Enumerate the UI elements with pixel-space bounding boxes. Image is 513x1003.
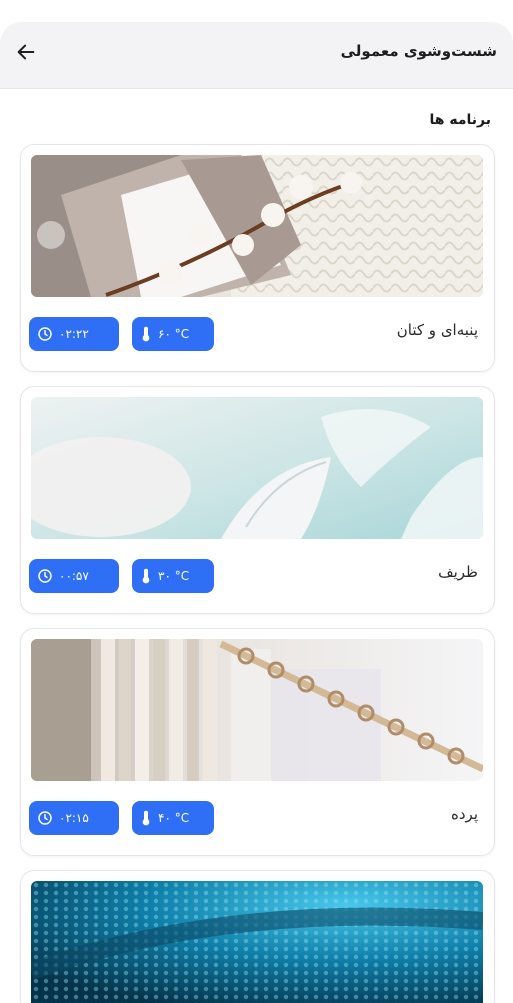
clock-icon <box>38 569 52 583</box>
page-title: شست‌وشوی معمولی <box>340 42 497 60</box>
program-name: ظریف <box>438 563 478 581</box>
temperature-value: ۶۰ °C <box>158 327 190 341</box>
app-header: شست‌وشوی معمولی <box>0 22 513 89</box>
program-image-delicate <box>31 397 483 539</box>
temperature-value: ۴۰ °C <box>158 811 190 825</box>
temperature-badge: ۳۰ °C <box>132 559 214 593</box>
clock-icon <box>38 327 52 341</box>
temperature-badge: ۴۰ °C <box>132 801 214 835</box>
duration-value: ۰۰:۵۷ <box>59 569 89 583</box>
duration-badge: ۰۰:۵۷ <box>29 559 119 593</box>
temperature-value: ۳۰ °C <box>158 569 190 583</box>
thermometer-icon <box>142 568 150 584</box>
thermometer-icon <box>142 326 150 342</box>
duration-badge: ۰۲:۲۲ <box>29 317 119 351</box>
temperature-badge: ۶۰ °C <box>132 317 214 351</box>
program-image-partial <box>31 881 483 1003</box>
duration-value: ۰۲:۲۲ <box>59 327 89 341</box>
clock-icon <box>38 811 52 825</box>
section-title: برنامه ها <box>429 112 491 128</box>
program-card-cotton[interactable]: ۰۲:۲۲ ۶۰ °C پنبه‌ای و کتان <box>20 144 495 372</box>
program-name: پنبه‌ای و کتان <box>396 321 478 339</box>
program-name: پرده <box>451 805 478 823</box>
program-card-curtain[interactable]: ۰۲:۱۵ ۴۰ °C پرده <box>20 628 495 856</box>
program-card-delicate[interactable]: ۰۰:۵۷ ۳۰ °C ظریف <box>20 386 495 614</box>
thermometer-icon <box>142 810 150 826</box>
program-card-partial[interactable] <box>20 870 495 1003</box>
duration-badge: ۰۲:۱۵ <box>29 801 119 835</box>
duration-value: ۰۲:۱۵ <box>59 811 89 825</box>
back-button[interactable] <box>6 32 46 72</box>
program-image-cotton <box>31 155 483 297</box>
program-image-curtain <box>31 639 483 781</box>
arrow-left-icon <box>17 44 35 60</box>
